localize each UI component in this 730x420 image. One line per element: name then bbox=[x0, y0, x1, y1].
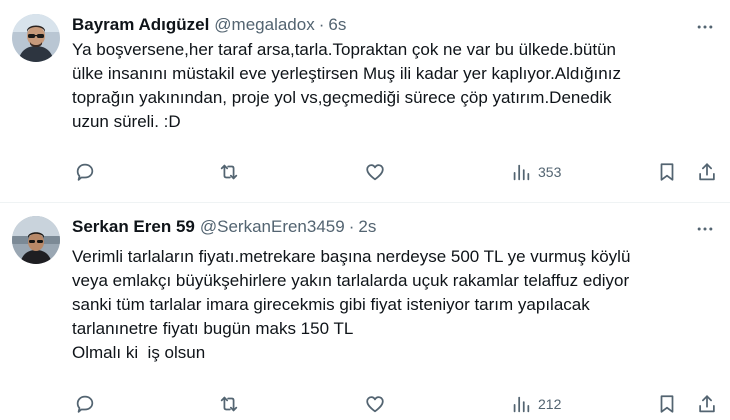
retweet-icon bbox=[220, 396, 238, 412]
bookmark-icon bbox=[660, 395, 674, 413]
tweet-text-line: Olmalı ki iş olsun bbox=[72, 343, 206, 362]
tweet-text-line: ülke insanını müstakil eve yerleştirsen … bbox=[72, 64, 621, 83]
tweet[interactable]: Serkan Eren 59 @SerkanEren3459 · 2s Veri… bbox=[0, 202, 730, 420]
share-button[interactable] bbox=[696, 392, 718, 416]
bookmark-button[interactable] bbox=[656, 392, 678, 416]
views-icon bbox=[513, 396, 530, 413]
avatar[interactable] bbox=[12, 216, 60, 264]
timestamp[interactable]: 6s bbox=[328, 15, 346, 35]
tweet-actions: 212 bbox=[72, 392, 722, 416]
reply-button[interactable] bbox=[74, 392, 96, 416]
like-button[interactable] bbox=[364, 392, 386, 416]
author-name[interactable]: Serkan Eren 59 bbox=[72, 217, 195, 237]
retweet-icon bbox=[220, 164, 238, 180]
like-button[interactable] bbox=[364, 160, 386, 184]
avatar[interactable] bbox=[12, 14, 60, 62]
tweet-text-line: toprağın yakınından, proje yol vs,geçmed… bbox=[72, 88, 612, 107]
author-handle[interactable]: @megaladox bbox=[214, 15, 314, 35]
like-icon bbox=[366, 396, 384, 413]
tweet-text-line: Ya boşversene,her taraf arsa,tarla.Topra… bbox=[72, 40, 617, 59]
views-icon bbox=[513, 164, 530, 181]
retweet-button[interactable] bbox=[218, 392, 240, 416]
views-button[interactable]: 212 bbox=[510, 392, 561, 416]
tweet-text-line: Verimli tarlaların fiyatı.metrekare başı… bbox=[72, 247, 631, 266]
separator: · bbox=[318, 15, 325, 34]
bookmark-icon bbox=[660, 163, 674, 181]
tweet-text: Verimli tarlaların fiyatı.metrekare başı… bbox=[72, 245, 722, 365]
reply-icon bbox=[76, 395, 94, 413]
author-handle[interactable]: @SerkanEren3459 bbox=[200, 217, 345, 237]
views-button[interactable]: 353 bbox=[510, 160, 561, 184]
reply-icon bbox=[76, 163, 94, 181]
views-count: 353 bbox=[538, 164, 562, 180]
tweet-text-line: veya emlakçı büyükşehirlere yakın tarlal… bbox=[72, 271, 630, 290]
views-count: 212 bbox=[538, 396, 562, 412]
author-name[interactable]: Bayram Adıgüzel bbox=[72, 15, 209, 35]
more-icon[interactable] bbox=[694, 16, 716, 38]
retweet-button[interactable] bbox=[218, 160, 240, 184]
tweet-text-line: sanki tüm tarlalar imara girecekmis gibi… bbox=[72, 295, 590, 314]
tweet[interactable]: Bayram Adıgüzel @megaladox · 6s Ya boşve… bbox=[0, 0, 730, 202]
reply-button[interactable] bbox=[74, 160, 96, 184]
share-button[interactable] bbox=[696, 160, 718, 184]
more-icon[interactable] bbox=[694, 218, 716, 240]
tweet-header: Bayram Adıgüzel @megaladox · 6s bbox=[72, 14, 346, 36]
tweet-header: Serkan Eren 59 @SerkanEren3459 · 2s bbox=[72, 216, 376, 238]
bookmark-button[interactable] bbox=[656, 160, 678, 184]
tweet-actions: 353 bbox=[72, 160, 722, 184]
separator: · bbox=[348, 217, 355, 236]
timestamp[interactable]: 2s bbox=[358, 217, 376, 237]
tweet-text: Ya boşversene,her taraf arsa,tarla.Topra… bbox=[72, 38, 722, 134]
tweet-text-line: tarlanınetre fiyatı bugün maks 150 TL bbox=[72, 319, 354, 338]
like-icon bbox=[366, 164, 384, 181]
tweet-text-line: uzun süreli. :D bbox=[72, 112, 181, 131]
share-icon bbox=[699, 395, 715, 413]
share-icon bbox=[699, 163, 715, 181]
